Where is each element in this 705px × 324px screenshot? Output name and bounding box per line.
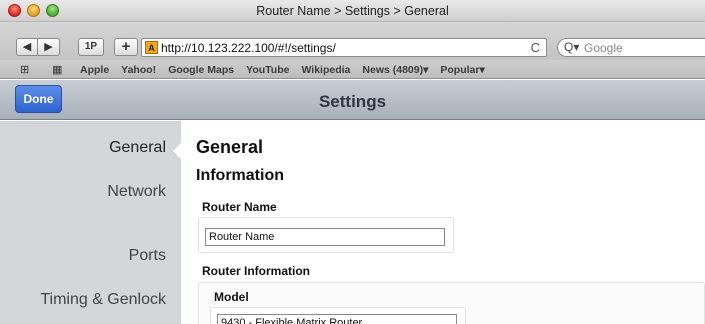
bookmark-google-maps[interactable]: Google Maps [168,64,234,76]
window-title: Router Name > Settings > General [256,4,449,18]
reload-icon[interactable]: C [531,40,540,55]
model-field: 9430 - Flexible Matrix Router [217,314,457,324]
top-sites-icon[interactable]: ▦ [52,63,62,76]
settings-sidebar: General Network Ports Timing & Genlock [0,121,181,324]
search-placeholder: Google [584,41,623,55]
zoom-window-button[interactable] [46,4,59,17]
router-name-group: Router Name [198,217,454,253]
model-group: 9430 - Flexible Matrix Router [210,307,466,324]
sidebar-item-network[interactable]: Network [107,183,166,201]
done-button[interactable]: Done [15,85,62,113]
minimize-window-button[interactable] [27,4,40,17]
router-name-input[interactable]: Router Name [205,228,445,246]
close-window-button[interactable] [8,4,21,17]
sidebar-item-general[interactable]: General [109,139,166,157]
settings-content: General Information Router Name Router N… [181,121,705,324]
site-favicon-icon: A [145,41,158,54]
bookmark-yahoo[interactable]: Yahoo! [121,64,156,76]
sidebar-item-ports[interactable]: Ports [129,247,166,265]
bookmark-youtube[interactable]: YouTube [246,64,289,76]
bookmark-apple[interactable]: Apple [80,64,109,76]
address-bar-url[interactable]: http://10.123.222.100/#!/settings/ [161,41,336,55]
router-name-label: Router Name [202,200,277,214]
bookmark-list: Apple Yahoo! Google Maps YouTube Wikiped… [80,64,485,76]
add-bookmark-button[interactable]: + [114,38,138,56]
bookmarks-bar: ⊞ ▦ Apple Yahoo! Google Maps YouTube Wik… [0,60,705,79]
search-field[interactable]: Q▾ Google [557,38,705,57]
information-heading: Information [196,167,284,184]
router-information-label: Router Information [202,264,310,278]
bookmark-news-folder[interactable]: News (4809)▾ [362,64,428,76]
onepassword-button[interactable]: 1P [78,38,104,56]
selected-pointer-icon [173,143,181,159]
sidebar-item-timing-genlock[interactable]: Timing & Genlock [40,291,166,309]
window-title-bar: Router Name > Settings > General [0,0,705,22]
bookmark-wikipedia[interactable]: Wikipedia [301,64,350,76]
router-information-group: Model 9430 - Flexible Matrix Router [198,282,705,324]
address-bar[interactable]: A http://10.123.222.100/#!/settings/ C [141,38,547,57]
browser-toolbar: ◀ ▶ 1P + A http://10.123.222.100/#!/sett… [0,22,705,60]
search-icon[interactable]: Q▾ [564,40,579,54]
page-title: Settings [318,92,387,111]
section-title: General [196,137,264,157]
reading-list-icon[interactable]: ⊞ [20,63,29,76]
back-button[interactable]: ◀ [16,38,38,56]
model-label: Model [214,290,249,304]
bookmark-popular-folder[interactable]: Popular▾ [440,64,484,76]
forward-button[interactable]: ▶ [38,38,60,56]
